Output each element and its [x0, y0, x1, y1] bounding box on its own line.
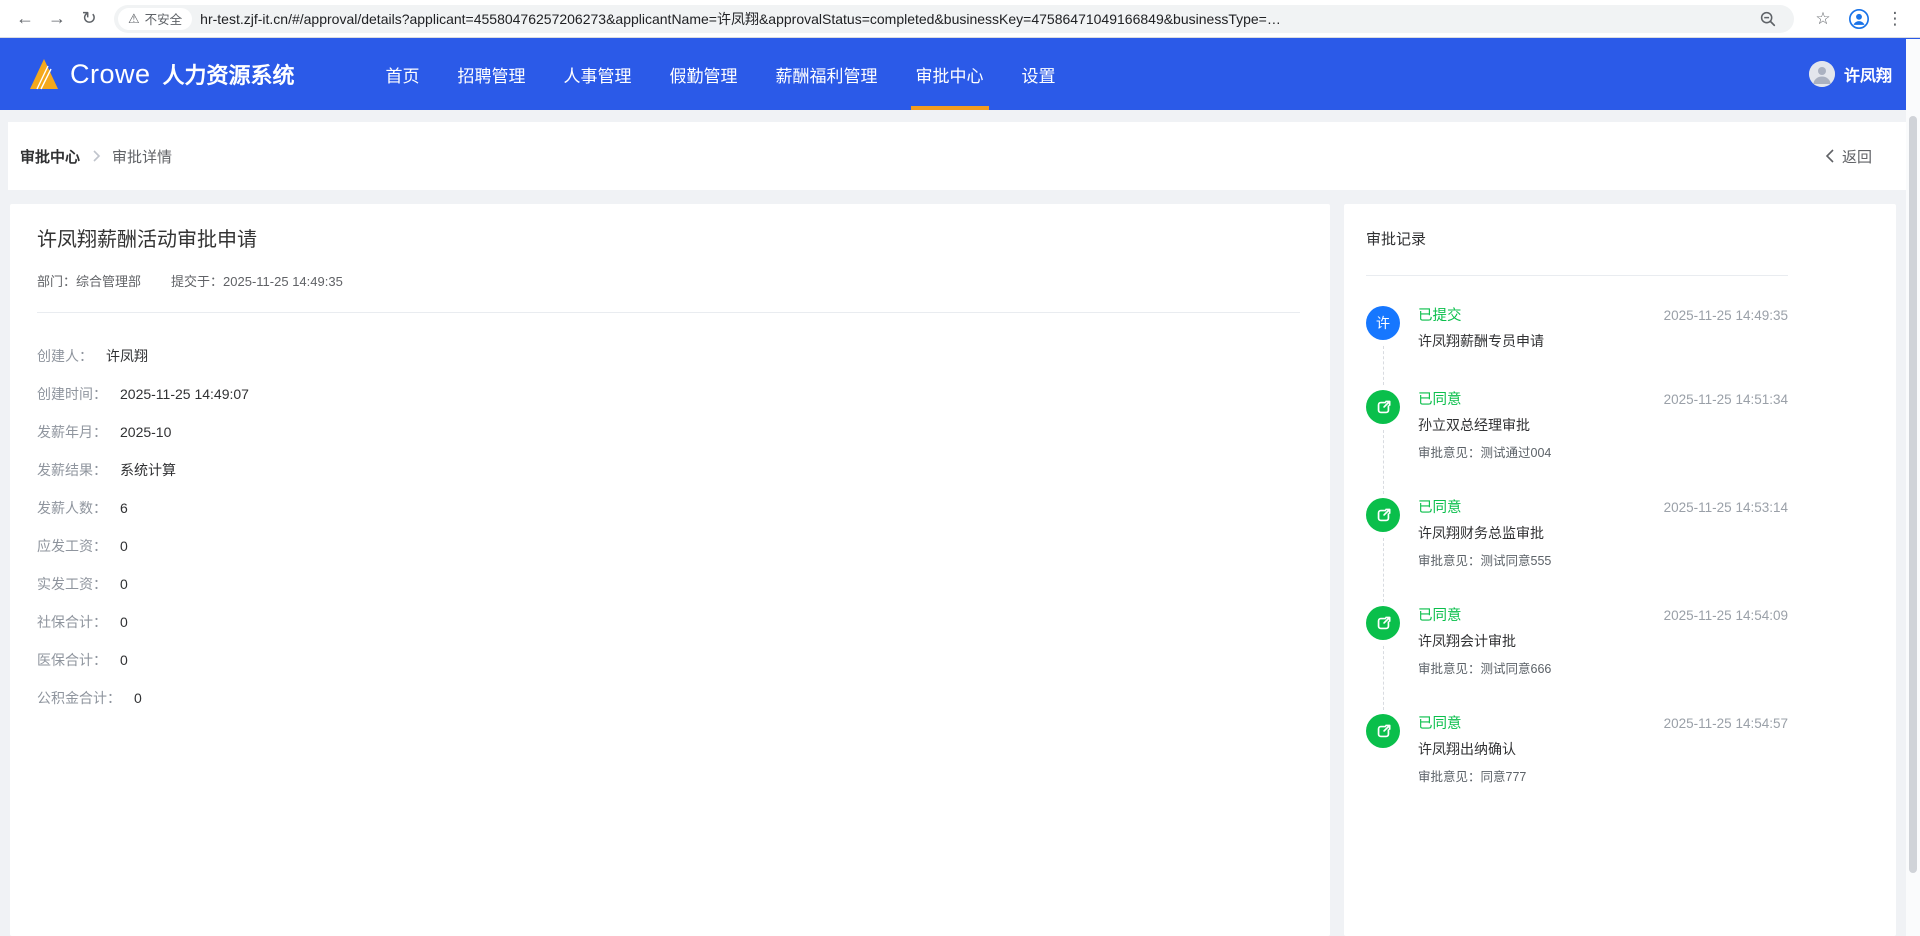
browser-menu-icon[interactable]: ⋮	[1880, 4, 1910, 34]
nav-item-attendance[interactable]: 假勤管理	[651, 38, 757, 110]
page-title: 许凤翔薪酬活动审批申请	[37, 229, 257, 251]
status-badge: 已提交	[1418, 308, 1462, 324]
nav-item-recruitment[interactable]: 招聘管理	[439, 38, 545, 110]
browser-reload-button[interactable]: ↻	[74, 4, 104, 34]
divider	[1366, 275, 1788, 276]
divider	[37, 312, 1300, 313]
approval-log-title: 审批记录	[1366, 231, 1427, 248]
timeline-item-approved-3: 已同意 2025-11-25 14:54:09 许凤翔会计审批 审批意见：测试同…	[1366, 606, 1788, 710]
chevron-left-icon	[1825, 149, 1834, 163]
status-badge: 已同意	[1418, 608, 1462, 624]
meta-department: 部门：综合管理部	[37, 274, 142, 289]
field-social-insurance-total: 社保合计： 0	[37, 614, 128, 630]
status-badge: 已同意	[1418, 716, 1462, 732]
back-label: 返回	[1841, 148, 1872, 166]
timeline-item-approved-4: 已同意 2025-11-25 14:54:57 许凤翔出纳确认 审批意见：同意7…	[1366, 714, 1788, 784]
page-scrollbar[interactable]	[1906, 39, 1920, 936]
step-name: 许凤翔财务总监审批	[1418, 525, 1544, 541]
step-name: 许凤翔会计审批	[1418, 633, 1516, 649]
status-badge: 已同意	[1418, 392, 1462, 408]
approval-comment: 审批意见：测试通过004	[1418, 446, 1552, 460]
field-creator: 创建人： 许凤翔	[37, 348, 148, 364]
step-name: 孙立双总经理审批	[1418, 417, 1530, 433]
nav-item-hr[interactable]: 人事管理	[545, 38, 651, 110]
detail-meta: 部门：综合管理部 提交于：2025-11-25 14:49:35	[37, 271, 1300, 290]
timestamp: 2025-11-25 14:53:14	[1663, 500, 1788, 515]
field-pay-month: 发薪年月： 2025-10	[37, 424, 172, 440]
security-chip[interactable]: ⚠ 不安全	[118, 7, 193, 30]
timestamp: 2025-11-25 14:51:34	[1663, 392, 1788, 407]
timeline-item-approved-1: 已同意 2025-11-25 14:51:34 孙立双总经理审批 审批意见：测试…	[1366, 390, 1788, 494]
approval-comment: 审批意见：测试同意555	[1418, 554, 1552, 568]
breadcrumb-root[interactable]: 审批中心	[20, 146, 80, 167]
security-label: 不安全	[144, 13, 183, 27]
field-headcount: 发薪人数： 6	[37, 500, 128, 516]
brand-logo[interactable]: Crowe 人力资源系统	[28, 38, 295, 110]
status-badge: 已同意	[1418, 500, 1462, 516]
meta-submitted-at: 提交于：2025-11-25 14:49:35	[171, 274, 343, 289]
user-avatar-icon	[1808, 61, 1835, 87]
user-name: 许凤翔	[1843, 68, 1892, 85]
approval-comment: 审批意见：测试同意666	[1418, 662, 1552, 676]
approve-share-icon	[1366, 714, 1400, 748]
timestamp: 2025-11-25 14:54:57	[1663, 716, 1788, 731]
crowe-logo-icon	[30, 59, 58, 90]
zoom-out-icon[interactable]	[1754, 5, 1782, 33]
timestamp: 2025-11-25 14:54:09	[1663, 608, 1788, 623]
field-gross-pay: 应发工资： 0	[37, 538, 128, 554]
timestamp: 2025-11-25 14:49:35	[1663, 308, 1788, 323]
content-area: 许凤翔薪酬活动审批申请 部门：综合管理部 提交于：2025-11-25 14:4…	[10, 204, 1896, 936]
scrollbar-thumb[interactable]	[1909, 116, 1917, 873]
step-name: 许凤翔出纳确认	[1418, 741, 1516, 757]
nav-item-payroll[interactable]: 薪酬福利管理	[757, 38, 897, 110]
step-name: 许凤翔薪酬专员申请	[1418, 333, 1544, 349]
nav-item-approval-center[interactable]: 审批中心	[897, 38, 1003, 110]
field-net-pay: 实发工资： 0	[37, 576, 128, 592]
breadcrumb: 审批中心 审批详情	[20, 146, 172, 167]
address-bar[interactable]: ⚠ 不安全 hr-test.zjf-it.cn/#/approval/detai…	[114, 4, 1794, 33]
breadcrumb-bar: 审批中心 审批详情 返回	[8, 122, 1912, 190]
timeline-item-approved-2: 已同意 2025-11-25 14:53:14 许凤翔财务总监审批 审批意见：测…	[1366, 498, 1788, 602]
approval-comment: 审批意见：同意777	[1418, 770, 1527, 784]
browser-forward-button[interactable]: →	[42, 4, 72, 34]
field-housing-fund-total: 公积金合计： 0	[37, 690, 142, 706]
browser-back-button[interactable]: ←	[10, 4, 40, 34]
url-text[interactable]: hr-test.zjf-it.cn/#/approval/details?app…	[200, 9, 1754, 29]
main-nav: 首页 招聘管理 人事管理 假勤管理 薪酬福利管理 审批中心 设置	[367, 38, 1075, 110]
approval-log-card: 审批记录 许 已提交 2025-11-25 14:49:35 许凤翔薪酬专员申请	[1344, 204, 1896, 936]
field-create-time: 创建时间： 2025-11-25 14:49:07	[37, 386, 249, 402]
submitter-avatar-icon: 许	[1366, 306, 1400, 340]
nav-item-home[interactable]: 首页	[367, 38, 439, 110]
warning-icon: ⚠	[128, 10, 140, 26]
approve-share-icon	[1366, 606, 1400, 640]
browser-toolbar: ← → ↻ ⚠ 不安全 hr-test.zjf-it.cn/#/approval…	[0, 0, 1920, 38]
timeline-item-submitted: 许 已提交 2025-11-25 14:49:35 许凤翔薪酬专员申请	[1366, 306, 1788, 385]
approval-detail-card: 许凤翔薪酬活动审批申请 部门：综合管理部 提交于：2025-11-25 14:4…	[10, 204, 1330, 936]
bookmark-star-icon[interactable]: ☆	[1808, 4, 1838, 34]
app-header: Crowe 人力资源系统 首页 招聘管理 人事管理 假勤管理 薪酬福利管理 审批…	[0, 38, 1920, 110]
nav-item-settings[interactable]: 设置	[1003, 38, 1075, 110]
approve-share-icon	[1366, 390, 1400, 424]
field-pay-result: 发薪结果： 系统计算	[37, 462, 176, 478]
brand-name: Crowe	[70, 58, 151, 89]
approval-timeline: 许 已提交 2025-11-25 14:49:35 许凤翔薪酬专员申请 已同意 …	[1366, 306, 1788, 784]
field-list: 创建人： 许凤翔 创建时间： 2025-11-25 14:49:07 发薪年月： 20…	[37, 349, 1300, 706]
field-medical-insurance-total: 医保合计： 0	[37, 652, 128, 668]
approve-share-icon	[1366, 498, 1400, 532]
back-button[interactable]: 返回	[1825, 146, 1872, 167]
breadcrumb-current: 审批详情	[112, 148, 173, 166]
chevron-right-icon	[93, 150, 101, 162]
profile-icon[interactable]	[1844, 4, 1874, 34]
user-menu[interactable]: 许凤翔	[1808, 38, 1892, 110]
product-name: 人力资源系统	[162, 63, 295, 88]
